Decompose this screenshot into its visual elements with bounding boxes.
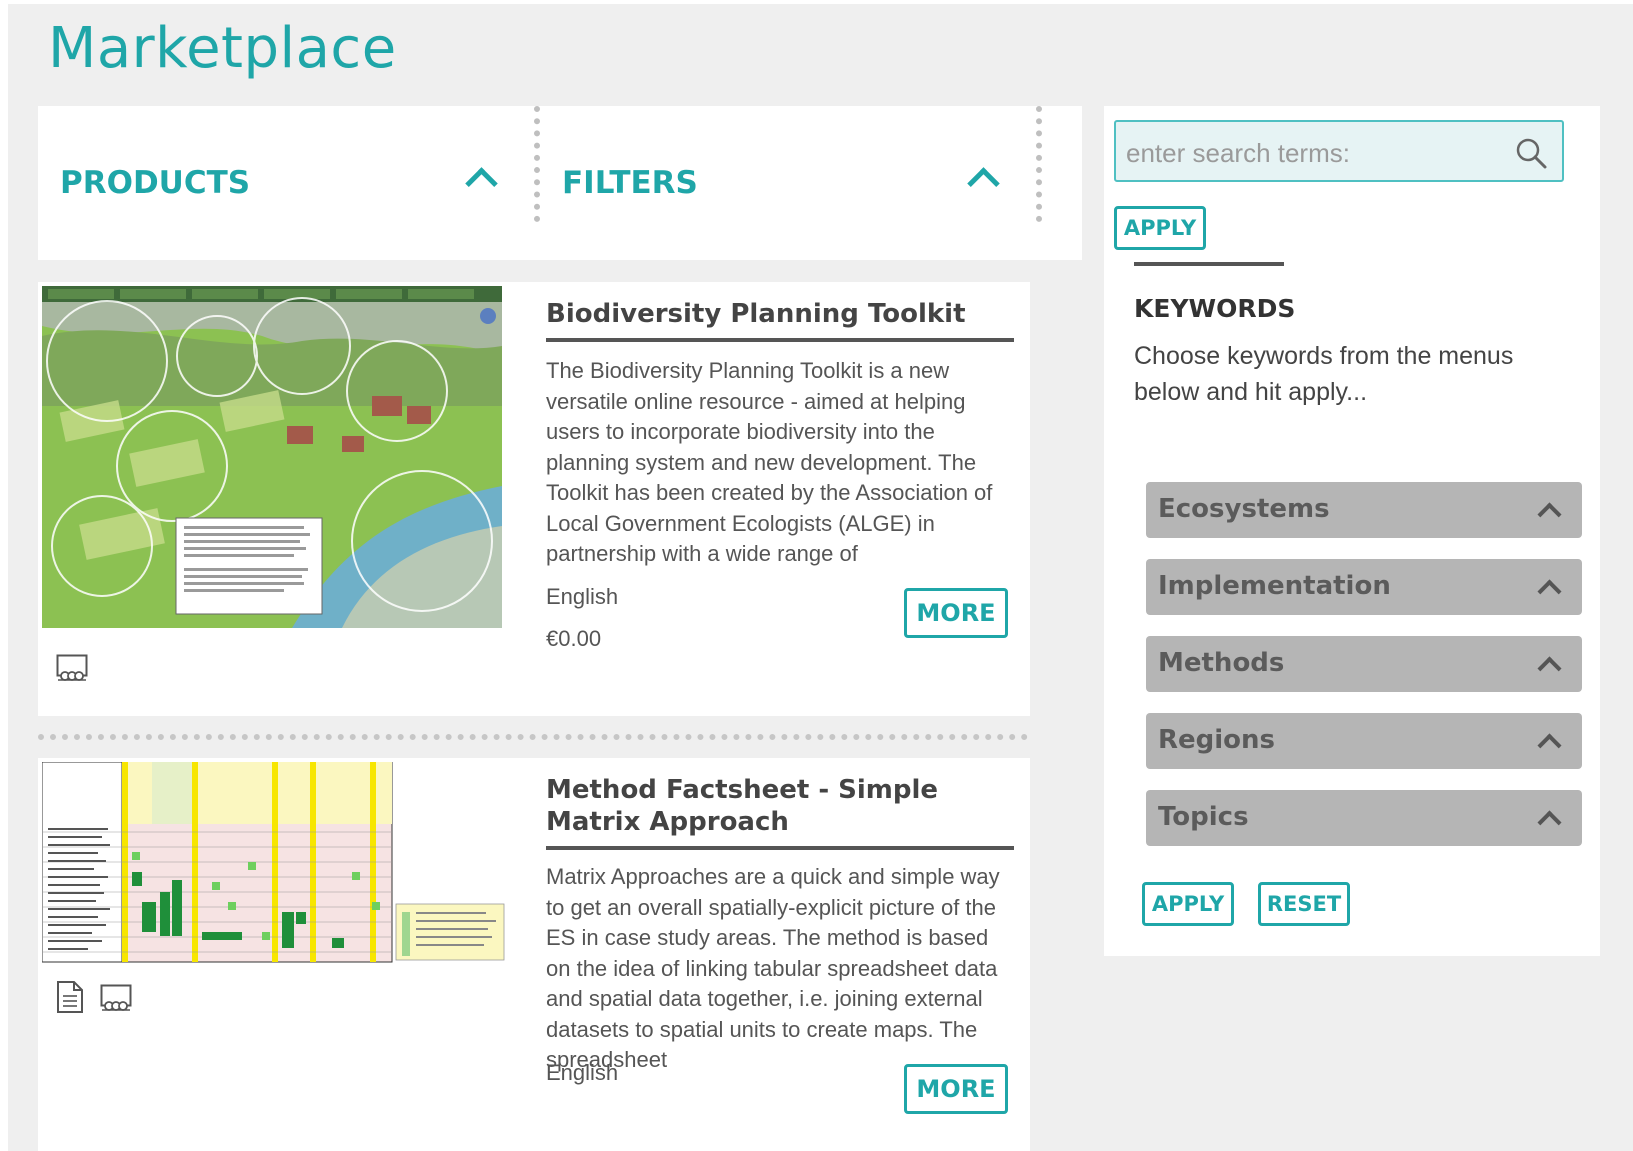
product-description: Matrix Approaches are a quick and simple… [546, 864, 1000, 1072]
product-title[interactable]: Method Factsheet - Simple Matrix Approac… [546, 774, 1016, 838]
keywords-description: Choose keywords from the menus below and… [1134, 342, 1514, 406]
search-icon[interactable] [1514, 136, 1548, 170]
accordion-label: Topics [1158, 802, 1249, 832]
search-box [1114, 120, 1564, 182]
tab-divider [1036, 106, 1042, 222]
accordion-label: Regions [1158, 725, 1276, 755]
chevron-up-icon [1537, 810, 1562, 835]
accordion-methods[interactable]: Methods [1146, 636, 1582, 692]
product-title-rule [546, 338, 1014, 342]
product-card: Method Factsheet - Simple Matrix Approac… [38, 758, 1030, 1151]
product-thumbnail[interactable] [42, 762, 508, 966]
chevron-up-icon [1537, 656, 1562, 681]
keywords-rule [1134, 262, 1284, 266]
product-title-rule [546, 846, 1014, 850]
chevron-up-icon[interactable] [967, 167, 1000, 200]
accordion-ecosystems[interactable]: Ecosystems [1146, 482, 1582, 538]
chevron-up-icon [1537, 579, 1562, 604]
search-input[interactable] [1124, 132, 1508, 174]
page-title: Marketplace [48, 16, 397, 81]
product-language: English [546, 584, 619, 609]
slideshow-icon[interactable] [56, 654, 88, 682]
keywords-reset-button[interactable]: RESET [1258, 882, 1350, 926]
product-price: €0.00 [546, 626, 602, 651]
chevron-up-icon[interactable] [465, 167, 498, 200]
accordion-topics[interactable]: Topics [1146, 790, 1582, 846]
marketplace-page: Marketplace PRODUCTS FILTERS APPLY KEYWO… [8, 4, 1633, 1151]
product-card: Biodiversity Planning Toolkit The Biodiv… [38, 282, 1030, 716]
more-button[interactable]: MORE [904, 588, 1008, 638]
tab-filters[interactable]: FILTERS [562, 106, 1012, 260]
product-language: English [546, 1060, 619, 1085]
keywords-apply-button[interactable]: APPLY [1142, 882, 1234, 926]
more-button[interactable]: MORE [904, 1064, 1008, 1114]
chevron-up-icon [1537, 733, 1562, 758]
search-apply-button[interactable]: APPLY [1114, 206, 1206, 250]
product-divider [38, 734, 1028, 740]
keywords-title: KEYWORDS [1134, 294, 1296, 323]
product-description: The Biodiversity Planning Toolkit is a n… [546, 358, 993, 566]
tab-filters-label: FILTERS [562, 165, 698, 201]
slideshow-icon[interactable] [100, 984, 132, 1012]
tab-products-label: PRODUCTS [60, 165, 251, 201]
tab-bar: PRODUCTS FILTERS [38, 106, 1082, 260]
accordion-label: Implementation [1158, 571, 1391, 601]
keyword-sidebar: APPLY KEYWORDS Choose keywords from the … [1104, 106, 1600, 956]
tab-divider [534, 106, 540, 222]
accordion-label: Ecosystems [1158, 494, 1330, 524]
accordion-regions[interactable]: Regions [1146, 713, 1582, 769]
product-thumbnail[interactable] [42, 286, 502, 628]
document-icon[interactable] [56, 980, 84, 1014]
accordion-label: Methods [1158, 648, 1285, 678]
chevron-up-icon [1537, 502, 1562, 527]
accordion-implementation[interactable]: Implementation [1146, 559, 1582, 615]
tab-products[interactable]: PRODUCTS [60, 106, 510, 260]
product-title[interactable]: Biodiversity Planning Toolkit [546, 298, 1016, 330]
